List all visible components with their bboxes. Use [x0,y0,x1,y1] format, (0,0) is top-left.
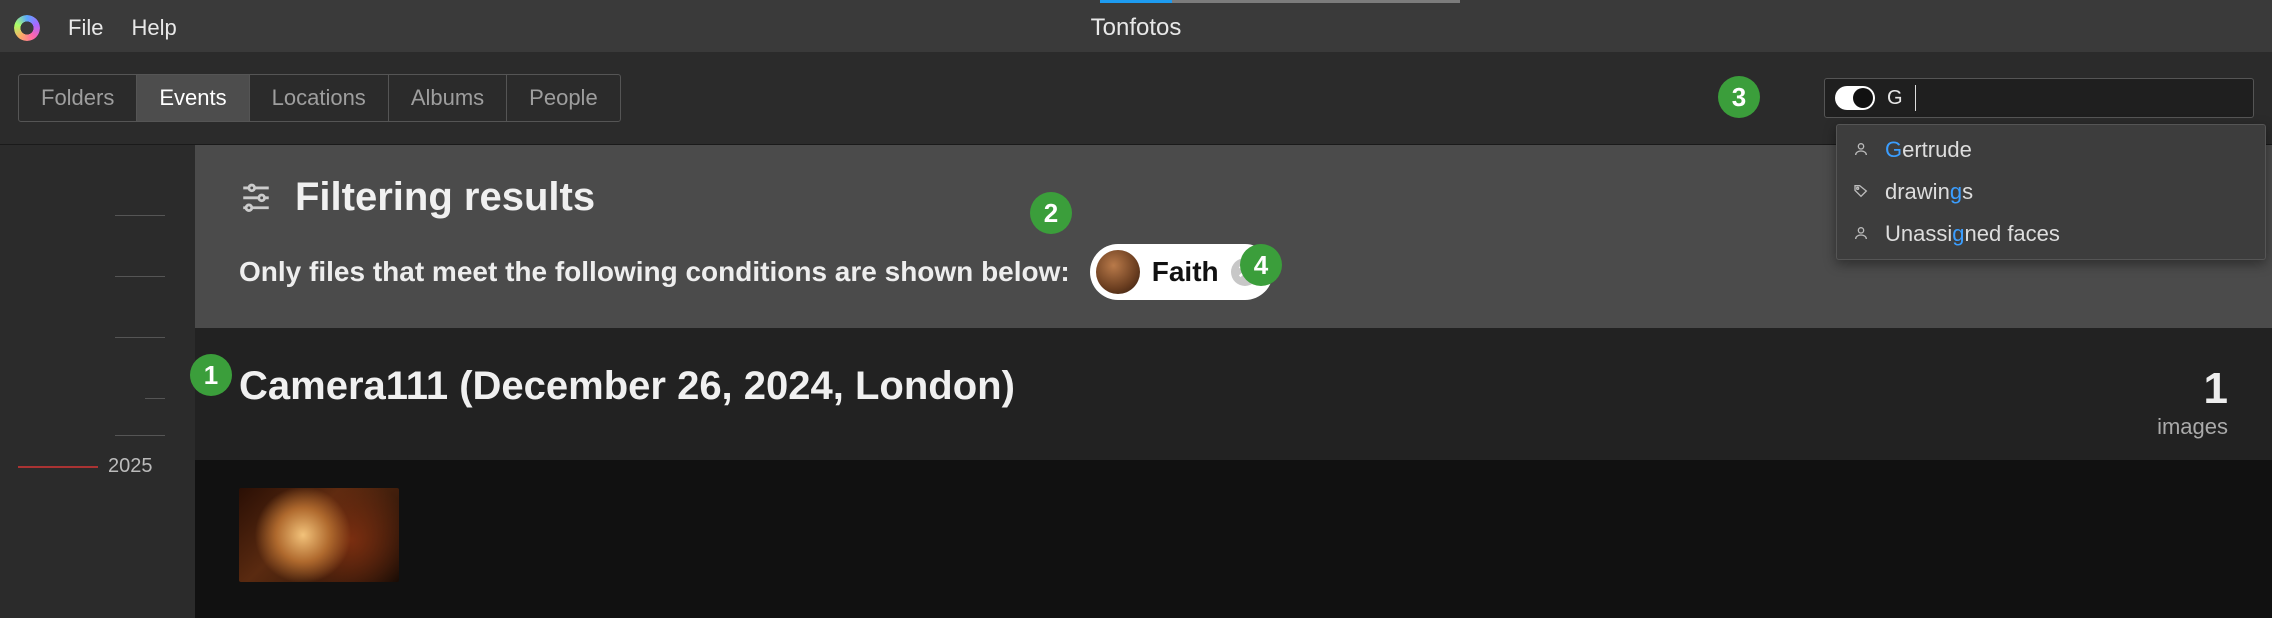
person-icon [1853,137,1871,163]
search-suggestions: Gertrude drawings Unassigned faces [1836,124,2266,260]
sugg-text: Gertrude [1885,137,1972,163]
search-box[interactable]: G [1824,78,2254,118]
search-area: G [1824,78,2254,118]
image-count: 1 images [2157,364,2228,440]
annotation-badge-3: 3 [1718,76,1760,118]
suggestion-drawings[interactable]: drawings [1837,171,2265,213]
timeline-year-marker[interactable]: 2025 [18,455,153,478]
search-toggle[interactable] [1835,86,1875,110]
timeline-tick [115,435,165,436]
person-icon [1853,221,1871,247]
count-number: 1 [2157,364,2228,414]
tab-albums[interactable]: Albums [389,75,507,121]
avatar-icon [1096,250,1140,294]
filter-condition-text: Only files that meet the following condi… [239,256,1070,288]
event-title[interactable]: Camera111 (December 26, 2024, London) [239,364,1015,409]
annotation-badge-2: 2 [1030,192,1072,234]
count-label: images [2157,414,2228,440]
annotation-badge-4: 4 [1240,244,1282,286]
tag-icon [1853,179,1871,205]
tab-folders[interactable]: Folders [19,75,137,121]
timeline-tick [115,337,165,338]
annotation-badge-1: 1 [190,354,232,396]
year-indicator-bar [18,466,98,468]
timeline-tick [115,276,165,277]
timeline-tick [115,215,165,216]
suggestion-gertrude[interactable]: Gertrude [1837,129,2265,171]
suggestion-unassigned-faces[interactable]: Unassigned faces [1837,213,2265,255]
search-value: G [1887,87,1903,110]
tab-locations[interactable]: Locations [250,75,389,121]
chip-label: Faith [1152,256,1219,288]
tab-events[interactable]: Events [137,75,249,121]
tab-people[interactable]: People [507,75,620,121]
app-logo-icon[interactable] [14,15,40,41]
accent-strip [1100,0,1460,3]
year-label: 2025 [108,455,153,478]
view-tabs: Folders Events Locations Albums People [18,74,621,122]
timeline-tick [145,398,165,399]
sliders-icon [239,178,273,218]
timeline-sidebar[interactable]: 2025 [0,145,195,618]
menu-file[interactable]: File [54,15,117,41]
menu-help[interactable]: Help [117,15,190,41]
sugg-text: Unassigned faces [1885,221,2060,247]
text-caret [1915,85,1916,111]
window-title: Tonfotos [1091,14,1182,42]
filter-title: Filtering results [295,175,595,220]
title-bar: File Help Tonfotos [0,0,2272,52]
thumbnail-grid [195,460,2272,618]
event-section-header: Camera111 (December 26, 2024, London) 1 … [195,328,2272,460]
sugg-text: drawings [1885,179,1973,205]
image-thumbnail[interactable] [239,488,399,582]
